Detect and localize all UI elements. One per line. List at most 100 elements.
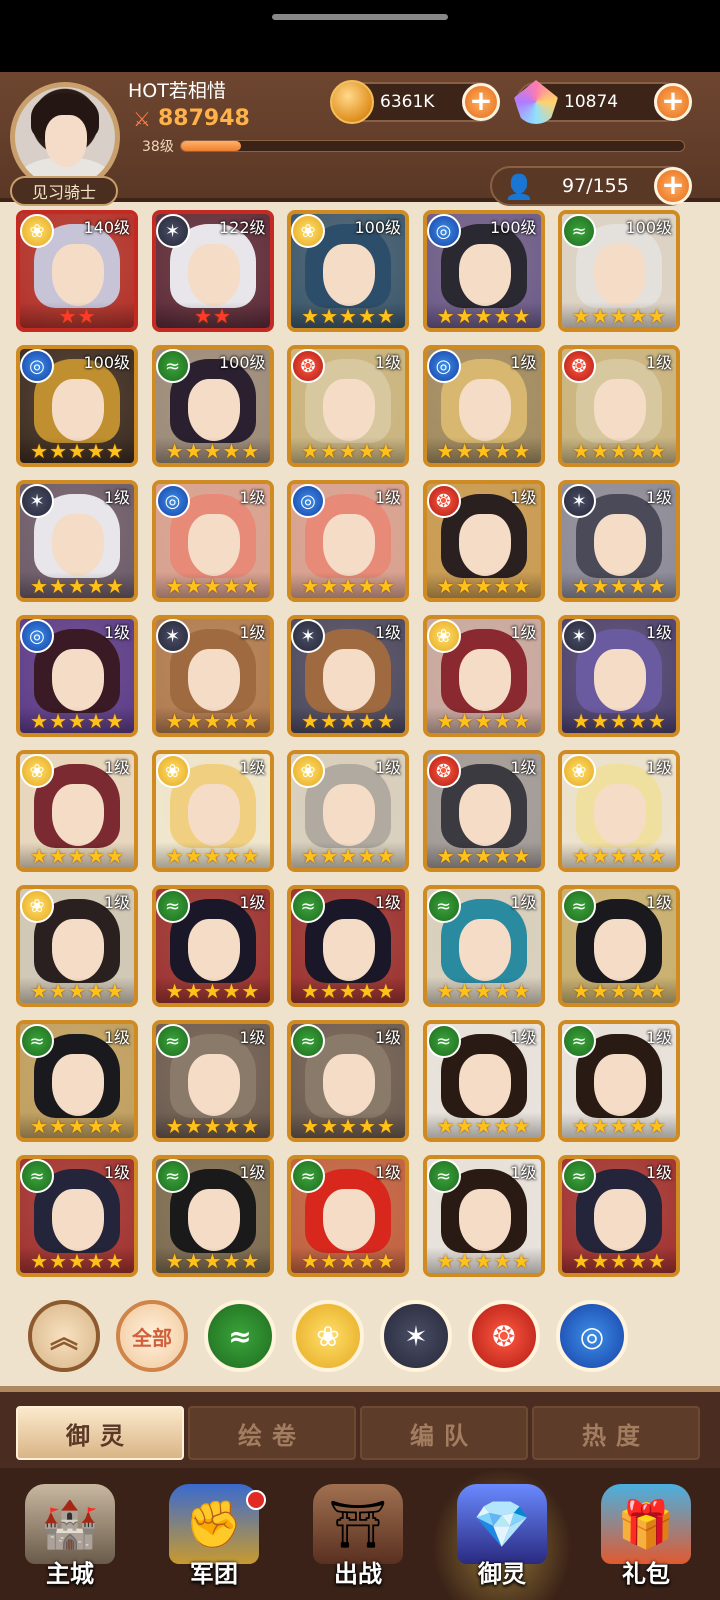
hero-card[interactable]: ❀ 1级 ★ ★ ★ ★ ★: [287, 750, 409, 872]
hero-level: 1级: [374, 1163, 401, 1182]
star-icon: ★: [493, 304, 512, 328]
hero-card[interactable]: ≈100级 ★ ★ ★ ★ ★: [558, 210, 680, 332]
hero-card[interactable]: ≈1级 ★ ★ ★ ★ ★: [558, 1155, 680, 1277]
hero-card[interactable]: ◎ 1级 ★ ★ ★ ★ ★: [287, 480, 409, 602]
star-icon: ★: [357, 439, 376, 463]
water-element-icon: ◎: [155, 484, 190, 518]
hero-card[interactable]: ◎ 1级 ★ ★ ★ ★ ★: [151, 480, 274, 602]
star-icon: ★: [184, 979, 203, 1003]
hero-card[interactable]: ❂ 1级 ★ ★ ★ ★ ★: [287, 345, 409, 467]
hero-portrait-face: [594, 784, 646, 846]
nav-castle[interactable]: 🏰 主城: [0, 1468, 140, 1600]
star-icon: ★: [493, 574, 512, 598]
star-icon: ★: [512, 844, 531, 868]
hero-stars: ★ ★ ★ ★ ★: [291, 302, 405, 328]
hero-card[interactable]: ✶ 1级 ★ ★ ★ ★ ★: [558, 480, 680, 602]
light-element-icon: ❀: [316, 1319, 340, 1353]
filter-fire-button[interactable]: ❂: [468, 1300, 540, 1372]
tab-3[interactable]: 热度: [532, 1406, 700, 1460]
hero-card[interactable]: ≈1级 ★ ★ ★ ★ ★: [151, 1155, 274, 1277]
add-gems-button[interactable]: +: [654, 83, 692, 121]
hero-card[interactable]: ≈1级 ★ ★ ★ ★ ★: [422, 885, 545, 1007]
hero-card[interactable]: ❀ 1级 ★ ★ ★ ★ ★: [422, 615, 545, 737]
hero-card[interactable]: ✶ 1级 ★ ★ ★ ★ ★: [151, 615, 274, 737]
collapse-filter-button[interactable]: ︽: [28, 1300, 100, 1372]
hero-card[interactable]: ≈1级 ★ ★ ★ ★ ★: [151, 1020, 274, 1142]
star-icon: ★: [222, 1114, 241, 1138]
star-icon: ★: [436, 574, 455, 598]
hero-stars: ★ ★ ★ ★ ★: [155, 977, 270, 1003]
wind-element-icon: ≈: [155, 1159, 190, 1193]
hero-card[interactable]: ✶ 1级 ★ ★ ★ ★ ★: [287, 615, 409, 737]
hero-level: 1级: [510, 893, 537, 912]
hero-card[interactable]: ≈1级 ★ ★ ★ ★ ★: [16, 1020, 138, 1142]
fire-element-icon: ❂: [426, 754, 461, 788]
star-icon: ★: [30, 844, 49, 868]
star-icon: ★: [493, 1249, 512, 1273]
hero-level: 1级: [239, 1163, 266, 1182]
filter-light-button[interactable]: ❀: [292, 1300, 364, 1372]
hero-card[interactable]: ≈1级 ★ ★ ★ ★ ★: [558, 885, 680, 1007]
hero-card[interactable]: ≈1级 ★ ★ ★ ★ ★: [287, 885, 409, 1007]
hero-card[interactable]: ≈1级 ★ ★ ★ ★ ★: [287, 1155, 409, 1277]
hero-level: 100级: [218, 353, 266, 372]
hero-card[interactable]: ≈100级 ★ ★ ★ ★ ★: [151, 345, 274, 467]
hero-card[interactable]: ◎ 1级 ★ ★ ★ ★ ★: [422, 345, 545, 467]
hero-card[interactable]: ≈1级 ★ ★ ★ ★ ★: [151, 885, 274, 1007]
hero-card[interactable]: ≈1级 ★ ★ ★ ★ ★: [422, 1020, 545, 1142]
hero-card[interactable]: ≈1级 ★ ★ ★ ★ ★: [558, 1020, 680, 1142]
filter-all-button[interactable]: 全部: [116, 1300, 188, 1372]
hero-card[interactable]: ✶ 1级 ★ ★ ★ ★ ★: [16, 480, 138, 602]
hero-card[interactable]: ❀ 1级 ★ ★ ★ ★ ★: [16, 885, 138, 1007]
tab-2[interactable]: 编队: [360, 1406, 528, 1460]
nav-guild-fist[interactable]: ✊ 军团: [144, 1468, 284, 1600]
hero-portrait-face: [323, 1189, 375, 1251]
expand-roster-button[interactable]: +: [654, 167, 692, 205]
filter-wind-button[interactable]: ≈: [204, 1300, 276, 1372]
hero-portrait-face: [187, 514, 240, 576]
filter-water-button[interactable]: ◎: [556, 1300, 628, 1372]
wind-element-icon: ≈: [20, 1159, 54, 1193]
gold-coin-icon: [330, 80, 374, 124]
add-gold-button[interactable]: +: [462, 83, 500, 121]
hero-card[interactable]: ≈1级 ★ ★ ★ ★ ★: [16, 1155, 138, 1277]
hero-card[interactable]: ≈1级 ★ ★ ★ ★ ★: [287, 1020, 409, 1142]
nav-gift-shop[interactable]: 🎁 礼包: [576, 1468, 716, 1600]
hero-stars: ★ ★ ★ ★ ★: [291, 437, 405, 463]
hero-card[interactable]: ◎ 100级 ★ ★ ★ ★ ★: [422, 210, 545, 332]
dark-element-icon: ✶: [404, 1319, 428, 1353]
nav-crystal[interactable]: 💎 御灵: [432, 1468, 572, 1600]
hero-card[interactable]: ◎ 100级 ★ ★ ★ ★ ★: [16, 345, 138, 467]
star-icon: ★: [222, 439, 241, 463]
hero-card[interactable]: ❂ 1级 ★ ★ ★ ★ ★: [422, 750, 545, 872]
star-icon: ★: [628, 979, 647, 1003]
star-icon: ★: [241, 979, 260, 1003]
hero-card[interactable]: ❀ 1级 ★ ★ ★ ★ ★: [151, 750, 274, 872]
nav-battle-gate[interactable]: ⛩ 出战: [288, 1468, 428, 1600]
hero-card[interactable]: ≈1级 ★ ★ ★ ★ ★: [422, 1155, 545, 1277]
hero-level: 1级: [510, 1028, 537, 1047]
hero-portrait-face: [323, 379, 375, 441]
star-icon: ★: [222, 574, 241, 598]
tab-1[interactable]: 绘卷: [188, 1406, 356, 1460]
hero-level: 1级: [510, 758, 537, 777]
star-icon: ★: [647, 844, 666, 868]
star-icon: ★: [320, 1249, 339, 1273]
hero-card[interactable]: ✶ 122级 ★ ★: [151, 210, 274, 332]
water-element-icon: ◎: [20, 619, 54, 653]
hero-portrait-face: [458, 1054, 511, 1116]
hero-card[interactable]: ❀ 1级 ★ ★ ★ ★ ★: [16, 750, 138, 872]
hero-level: 1级: [510, 623, 537, 642]
star-icon: ★: [241, 439, 260, 463]
filter-dark-button[interactable]: ✶: [380, 1300, 452, 1372]
hero-card[interactable]: ❂ 1级 ★ ★ ★ ★ ★: [558, 345, 680, 467]
hero-card[interactable]: ✶ 1级 ★ ★ ★ ★ ★: [558, 615, 680, 737]
hero-card[interactable]: ❂ 1级 ★ ★ ★ ★ ★: [422, 480, 545, 602]
xp-bar: [180, 140, 685, 152]
hero-card[interactable]: ◎ 1级 ★ ★ ★ ★ ★: [16, 615, 138, 737]
hero-card[interactable]: ❀ 100级 ★ ★ ★ ★ ★: [287, 210, 409, 332]
hero-card[interactable]: ❀ 140级 ★ ★: [16, 210, 138, 332]
hero-card[interactable]: ❀ 1级 ★ ★ ★ ★ ★: [558, 750, 680, 872]
tab-0[interactable]: 御灵: [16, 1406, 184, 1460]
star-icon: ★: [68, 439, 86, 463]
